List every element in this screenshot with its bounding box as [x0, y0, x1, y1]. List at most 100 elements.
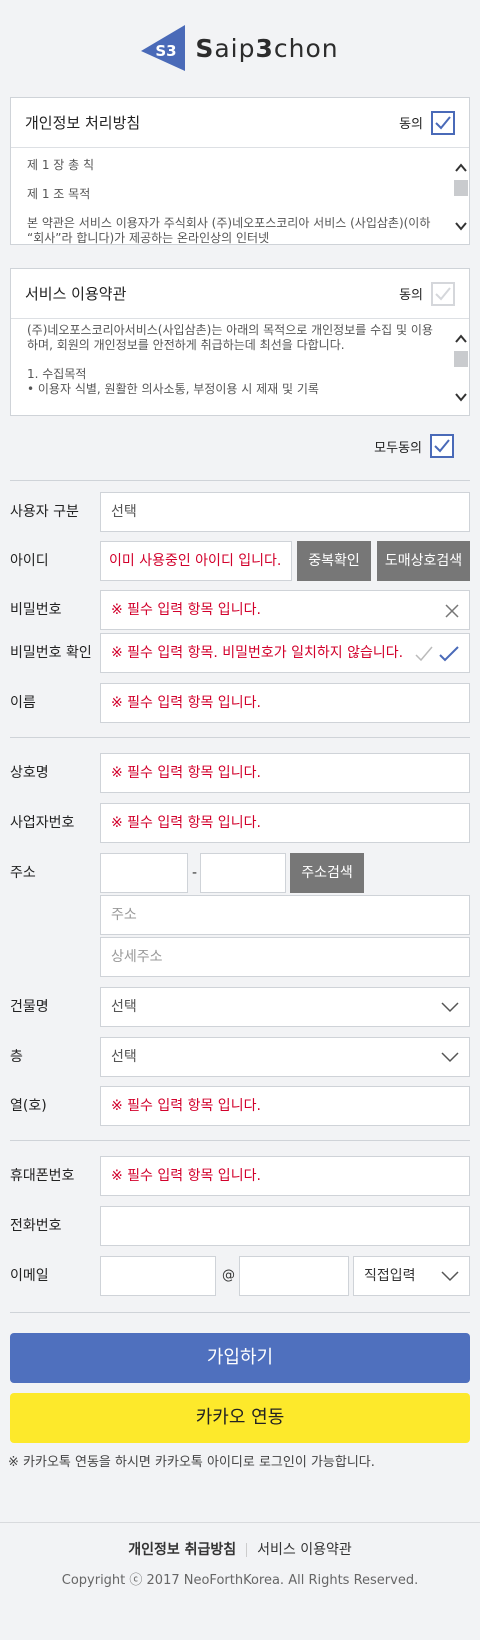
floor-label: 층 — [10, 1049, 23, 1065]
all-agree[interactable]: 모두동의 — [374, 434, 454, 458]
kakao-link-button[interactable]: 카카오 연동 — [10, 1393, 470, 1443]
privacy-line-1: 제 1 장 총 칙 — [27, 158, 95, 172]
service-terms-box: 서비스 이용약관 동의 (주)네오포스코리아서비스(사입삼촌)는 아래의 목적으… — [10, 268, 470, 416]
password-confirm-error: ※ 필수 입력 항목. 비밀번호가 일치하지 않습니다. — [111, 645, 404, 661]
privacy-terms-content[interactable]: 제 1 장 총 칙 제 1 조 목적 본 약관은 서비스 이용자가 주식회사 (… — [11, 148, 469, 244]
floor-select-value: 선택 — [111, 1049, 137, 1065]
privacy-line-3: 본 약관은 서비스 이용자가 주식회사 (주)네오포스코리아 서비스 (사입삼촌… — [27, 216, 431, 244]
service-paragraph: (주)네오포스코리아서비스(사입삼촌)는 아래의 목적으로 개인정보를 수집 및… — [27, 323, 433, 352]
check-icon — [434, 439, 450, 453]
email-label: 이메일 — [10, 1268, 49, 1284]
building-select[interactable]: 선택 — [100, 987, 470, 1027]
divider — [10, 737, 470, 738]
footer-terms-link[interactable]: 서비스 이용약관 — [257, 1542, 352, 1558]
privacy-agree-checkbox[interactable] — [431, 110, 455, 135]
floor-row: 층 선택 — [10, 1037, 470, 1077]
mobile-input[interactable]: ※ 필수 입력 항목 입니다. — [100, 1156, 470, 1196]
wholesale-search-button[interactable]: 도매상호검색 — [377, 541, 470, 581]
scroll-thumb[interactable] — [454, 180, 468, 196]
phone-row: 전화번호 — [10, 1206, 470, 1246]
copyright: Copyright ⓒ 2017 NeoForthKorea. All Righ… — [61, 1573, 419, 1588]
privacy-line-2: 제 1 조 목적 — [27, 187, 91, 201]
address-input[interactable]: 주소 — [100, 895, 470, 935]
address-detail-input[interactable]: 상세주소 — [100, 937, 470, 977]
logo: S3 Saip3chon — [0, 24, 480, 72]
scroll-down-icon[interactable] — [455, 220, 467, 232]
logo-letters-aip: aip — [214, 33, 256, 63]
scroll-up-icon[interactable] — [455, 333, 467, 345]
dup-check-button[interactable]: 중복확인 — [297, 541, 371, 581]
service-agree-checkbox[interactable] — [431, 281, 455, 306]
business-number-label: 사업자번호 — [10, 815, 75, 831]
password-error: ※ 필수 입력 항목 입니다. — [111, 602, 261, 618]
email-domain-input[interactable] — [239, 1256, 349, 1296]
password-confirm-label: 비밀번호 확인 — [10, 645, 92, 661]
name-row: 이름 ※ 필수 입력 항목 입니다. — [10, 683, 470, 723]
check-blue-icon — [439, 646, 459, 662]
divider — [10, 480, 470, 481]
business-number-input[interactable]: ※ 필수 입력 항목 입니다. — [100, 803, 470, 843]
password-confirm-input[interactable]: ※ 필수 입력 항목. 비밀번호가 일치하지 않습니다. — [100, 633, 470, 673]
zipcode-input-1[interactable] — [100, 853, 188, 893]
email-domain-select[interactable]: 직접입력 — [353, 1256, 470, 1296]
building-label: 건물명 — [10, 999, 49, 1015]
service-scrollbar[interactable] — [453, 319, 469, 415]
user-type-row: 사용자 구분 선택 — [10, 492, 470, 532]
check-icon — [435, 115, 451, 129]
service-terms-header: 서비스 이용약관 동의 — [11, 269, 469, 319]
user-id-input[interactable]: 이미 사용중인 아이디 입니다. — [100, 541, 292, 581]
zipcode-input-2[interactable] — [200, 853, 286, 893]
email-local-input[interactable] — [100, 1256, 216, 1296]
password-input[interactable]: ※ 필수 입력 항목 입니다. — [100, 590, 470, 630]
user-id-label: 아이디 — [10, 553, 49, 569]
phone-label: 전화번호 — [10, 1218, 62, 1234]
unit-label: 열(호) — [10, 1098, 47, 1114]
footer-privacy-link[interactable]: 개인정보 취급방침 — [128, 1542, 236, 1558]
privacy-terms-title: 개인정보 처리방침 — [25, 114, 141, 132]
unit-input[interactable]: ※ 필수 입력 항목 입니다. — [100, 1086, 470, 1126]
user-type-select[interactable]: 선택 — [100, 492, 470, 532]
service-item-bullet: • 이용자 식별, 원활한 의사소통, 부정이용 시 제재 및 기록 — [27, 382, 319, 396]
check-gray-icon — [415, 646, 433, 662]
name-label: 이름 — [10, 695, 36, 711]
chevron-down-icon — [441, 1271, 459, 1282]
user-id-row: 아이디 이미 사용중인 아이디 입니다. 중복확인 도매상호검색 — [10, 541, 470, 581]
clear-icon[interactable] — [445, 604, 459, 618]
all-agree-checkbox[interactable] — [430, 434, 454, 458]
password-row: 비밀번호 ※ 필수 입력 항목 입니다. — [10, 590, 470, 630]
join-button[interactable]: 가입하기 — [10, 1333, 470, 1383]
address-label: 주소 — [10, 865, 36, 881]
name-input[interactable]: ※ 필수 입력 항목 입니다. — [100, 683, 470, 723]
scroll-down-icon[interactable] — [455, 391, 467, 403]
privacy-scrollbar[interactable] — [453, 148, 469, 244]
business-number-row: 사업자번호 ※ 필수 입력 항목 입니다. — [10, 803, 470, 843]
logo-mark: S3 — [141, 25, 191, 71]
scroll-thumb[interactable] — [454, 351, 468, 367]
privacy-terms-box: 개인정보 처리방침 동의 제 1 장 총 칙 제 1 조 목적 본 약관은 서비… — [10, 97, 470, 245]
privacy-terms-header: 개인정보 처리방침 동의 — [11, 98, 469, 148]
chevron-down-icon — [441, 1052, 459, 1063]
company-label: 상호명 — [10, 765, 49, 781]
company-input[interactable]: ※ 필수 입력 항목 입니다. — [100, 753, 470, 793]
scroll-up-icon[interactable] — [455, 162, 467, 174]
mobile-row: 휴대폰번호 ※ 필수 입력 항목 입니다. — [10, 1156, 470, 1196]
zipcode-dash: - — [192, 865, 198, 881]
footer: 개인정보 취급방침 서비스 이용약관 Copyright ⓒ 2017 NeoFo… — [0, 1522, 480, 1640]
footer-separator — [246, 1543, 248, 1557]
address-search-button[interactable]: 주소검색 — [290, 853, 364, 893]
floor-select[interactable]: 선택 — [100, 1037, 470, 1077]
user-type-label: 사용자 구분 — [10, 504, 79, 520]
footer-links: 개인정보 취급방침 서비스 이용약관 — [0, 1539, 480, 1559]
password-label: 비밀번호 — [10, 602, 62, 618]
company-row: 상호명 ※ 필수 입력 항목 입니다. — [10, 753, 470, 793]
divider — [10, 1312, 470, 1313]
phone-input[interactable] — [100, 1206, 470, 1246]
all-agree-label: 모두동의 — [374, 440, 422, 456]
service-terms-title: 서비스 이용약관 — [25, 285, 127, 303]
service-terms-content[interactable]: (주)네오포스코리아서비스(사입삼촌)는 아래의 목적으로 개인정보를 수집 및… — [11, 319, 469, 415]
logo-letter-s: S — [195, 33, 215, 63]
logo-letters-chon: chon — [273, 33, 339, 63]
privacy-agree-label: 동의 — [399, 117, 423, 132]
service-agree-label: 동의 — [399, 288, 423, 303]
logo-mark-text: S3 — [156, 42, 177, 60]
